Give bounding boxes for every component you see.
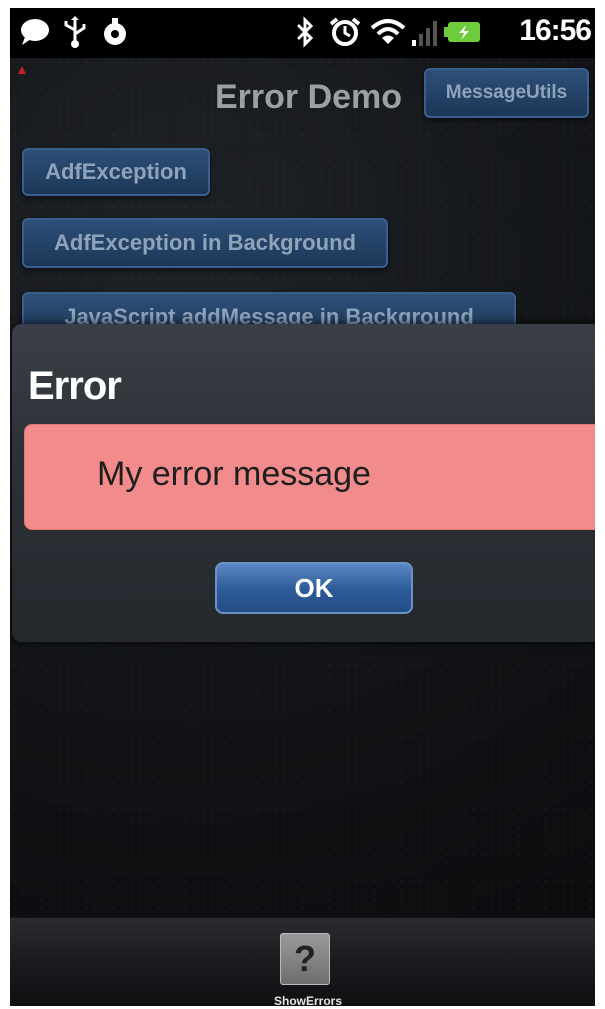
help-icon: ? (294, 938, 316, 979)
battery-icon (444, 22, 480, 42)
message-utils-button[interactable]: MessageUtils (424, 68, 589, 118)
bluetooth-icon (296, 16, 314, 48)
android-debug-icon (104, 18, 126, 45)
chat-bubble-icon (21, 19, 49, 45)
error-dialog: Error My error message OK (12, 324, 595, 642)
phone-screen: 16:56 Error Demo MessageUtils AdfExcepti… (10, 8, 595, 1006)
status-time: 16:56 (519, 14, 592, 47)
dialog-title: Error (28, 364, 122, 408)
usb-icon (64, 16, 86, 48)
adf-exception-background-button[interactable]: AdfException in Background (22, 218, 388, 268)
ok-button[interactable]: OK (215, 562, 413, 614)
show-errors-button[interactable]: ? (280, 933, 330, 985)
show-errors-label: ShowErrors (273, 994, 342, 1006)
warning-indicator-icon (18, 66, 26, 74)
alarm-icon (329, 17, 361, 46)
wifi-icon (370, 19, 406, 44)
bottom-toolbar: ? ShowErrors (10, 918, 595, 1006)
signal-icon (412, 21, 437, 46)
error-message-box: My error message (24, 424, 595, 530)
page-title: Error Demo (215, 78, 403, 116)
adf-exception-button[interactable]: AdfException (22, 148, 210, 196)
error-message-text: My error message (97, 455, 371, 493)
status-bar: 16:56 (10, 8, 595, 58)
